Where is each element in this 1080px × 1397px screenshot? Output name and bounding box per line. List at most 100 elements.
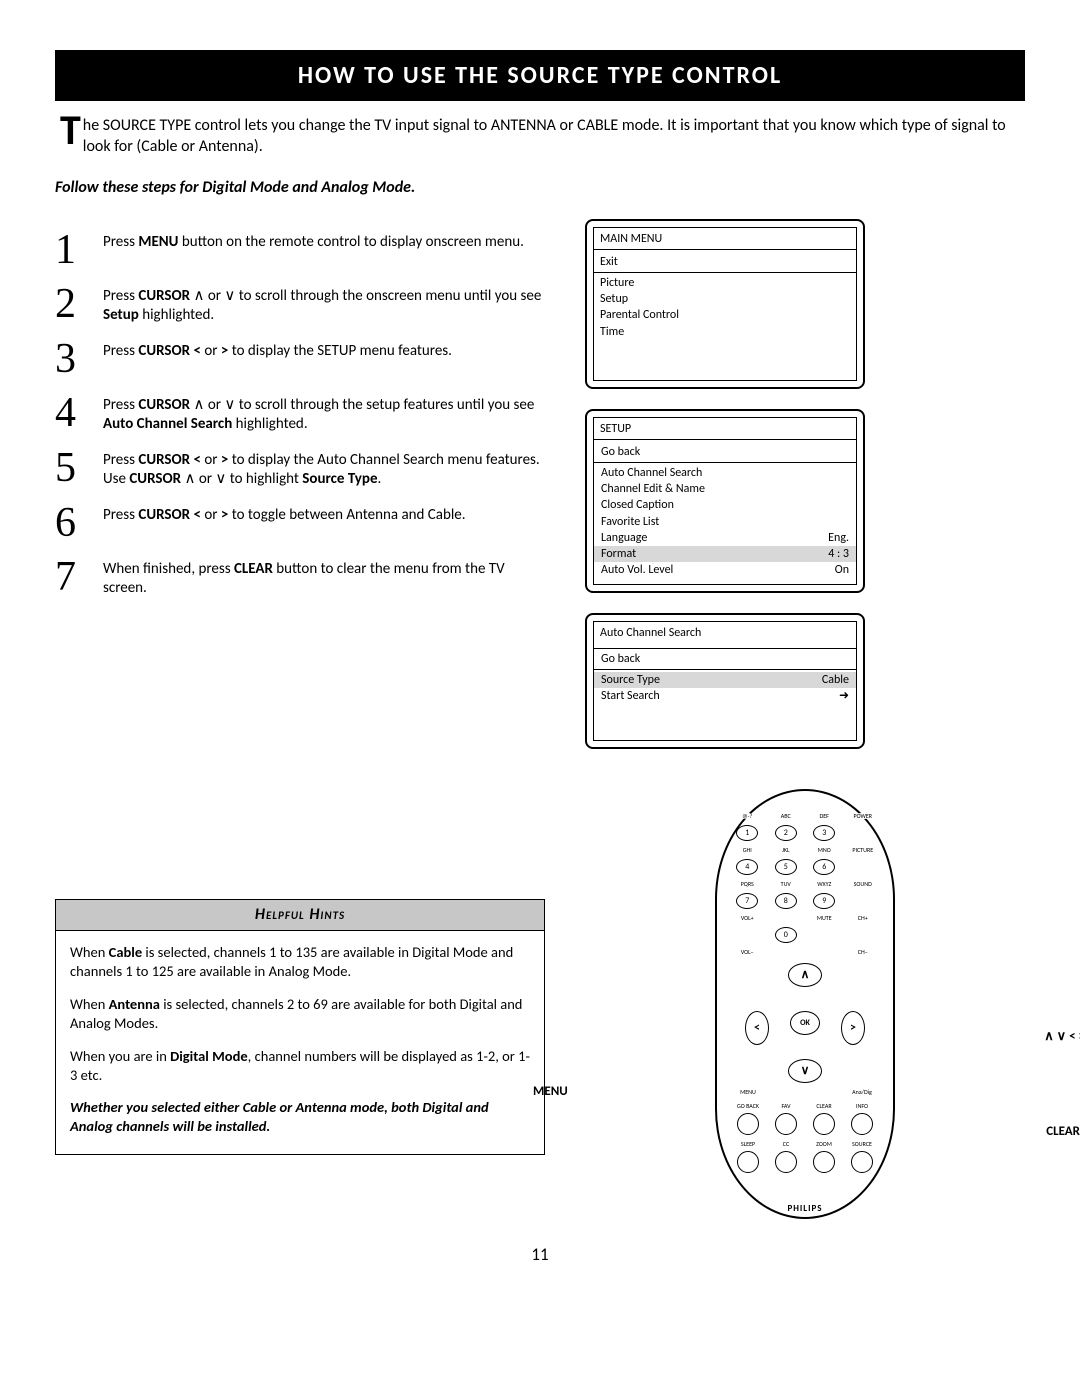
- menu-item: Exit: [600, 254, 850, 270]
- remote-key-0[interactable]: 0: [775, 927, 797, 943]
- intro-text: he SOURCE TYPE control lets you change t…: [83, 116, 1006, 156]
- menu-item: Go back: [600, 651, 850, 667]
- menu-item: LanguageEng.: [600, 530, 850, 546]
- menu-item: Source TypeCable: [594, 672, 856, 688]
- hints-title: Helpful Hints: [56, 900, 544, 932]
- remote-key-8[interactable]: 8: [775, 893, 797, 909]
- remote-round-button[interactable]: [737, 1113, 759, 1135]
- key-label: CH−: [852, 949, 874, 955]
- screen-main-menu: MAIN MENU ExitPictureSetupParental Contr…: [585, 219, 865, 389]
- remote-key-1[interactable]: 1: [736, 825, 758, 841]
- key-label: @-?: [736, 813, 758, 819]
- hint-2: When Antenna is selected, channels 2 to …: [70, 995, 530, 1033]
- step-3: 3Press CURSOR < or > to display the SETU…: [55, 338, 545, 380]
- menu-item: Setup: [600, 291, 850, 307]
- step-number: 7: [55, 556, 103, 598]
- menu-label: MENU: [740, 1089, 756, 1097]
- key-label: POWER: [852, 813, 874, 819]
- hint-1: When Cable is selected, channels 1 to 13…: [70, 943, 530, 981]
- step-text: Press CURSOR ∧ or ∨ to scroll through th…: [103, 283, 545, 326]
- step-text: When finished, press CLEAR button to cle…: [103, 556, 545, 599]
- menu-item: Time: [600, 324, 850, 340]
- step-number: 4: [55, 392, 103, 434]
- steps-list: 1Press MENU button on the remote control…: [55, 229, 545, 599]
- ok-button[interactable]: OK: [790, 1011, 820, 1035]
- remote-key-3[interactable]: 3: [813, 825, 835, 841]
- menu-item: Auto Vol. LevelOn: [600, 562, 850, 578]
- cursor-right-button[interactable]: >: [841, 1011, 865, 1045]
- remote-round-button[interactable]: [813, 1113, 835, 1135]
- page-banner: HOW TO USE THE SOURCE TYPE CONTROL: [55, 50, 1025, 101]
- anadig-label: Ana/Dig: [852, 1089, 872, 1097]
- callout-clear: CLEAR: [1046, 1124, 1080, 1141]
- key-label: ABC: [775, 813, 797, 819]
- key-label: SLEEP: [741, 1141, 755, 1149]
- step-text: Press CURSOR < or > to display the SETUP…: [103, 338, 452, 362]
- key-label: DEF: [813, 813, 835, 819]
- step-5: 5Press CURSOR < or > to display the Auto…: [55, 447, 545, 490]
- hint-3: When you are in Digital Mode, channel nu…: [70, 1047, 530, 1085]
- step-text: Press CURSOR < or > to display the Auto …: [103, 447, 545, 490]
- intro-paragraph: T he SOURCE TYPE control lets you change…: [55, 116, 1025, 158]
- callout-menu: MENU: [533, 1084, 568, 1101]
- cursor-up-button[interactable]: ∧: [788, 963, 822, 987]
- step-number: 5: [55, 447, 103, 489]
- key-label: TUV: [775, 881, 797, 887]
- cursor-pad: ∧ ∨ < > OK: [745, 963, 865, 1083]
- key-label: SOUND: [852, 881, 874, 887]
- key-label: WXYZ: [813, 881, 835, 887]
- dropcap: T: [60, 114, 83, 148]
- remote-key-2[interactable]: 2: [775, 825, 797, 841]
- remote-round-button[interactable]: [851, 1151, 873, 1173]
- step-2: 2Press CURSOR ∧ or ∨ to scroll through t…: [55, 283, 545, 326]
- step-1: 1Press MENU button on the remote control…: [55, 229, 545, 271]
- key-label: ZOOM: [816, 1141, 832, 1149]
- remote-round-button[interactable]: [737, 1151, 759, 1173]
- menu-item: Format4 : 3: [594, 546, 856, 562]
- remote-round-button[interactable]: [851, 1113, 873, 1135]
- key-label: GHI: [736, 847, 758, 853]
- step-7: 7When finished, press CLEAR button to cl…: [55, 556, 545, 599]
- menu-item: Go back: [600, 444, 850, 460]
- menu-title: SETUP: [594, 418, 856, 440]
- remote-key-6[interactable]: 6: [813, 859, 835, 875]
- key-label: INFO: [856, 1103, 868, 1111]
- subheading: Follow these steps for Digital Mode and …: [55, 178, 1025, 199]
- key-label: [775, 949, 797, 955]
- key-label: GO BACK: [737, 1103, 759, 1111]
- key-label: [775, 915, 797, 921]
- cursor-down-button[interactable]: ∨: [788, 1059, 822, 1083]
- screen-setup-menu: SETUP Go back Auto Channel SearchChannel …: [585, 409, 865, 594]
- menu-title: MAIN MENU: [594, 228, 856, 250]
- remote-key-9[interactable]: 9: [813, 893, 835, 909]
- callout-cursor: ∧ ∨ < >: [1044, 1029, 1080, 1046]
- menu-item: Channel Edit & Name: [600, 481, 850, 497]
- menu-item: Parental Control: [600, 307, 850, 323]
- key-label: JKL: [775, 847, 797, 853]
- menu-item: Favorite List: [600, 514, 850, 530]
- remote-round-button[interactable]: [775, 1113, 797, 1135]
- step-number: 3: [55, 338, 103, 380]
- remote-round-button[interactable]: [813, 1151, 835, 1173]
- step-text: Press CURSOR ∧ or ∨ to scroll through th…: [103, 392, 545, 435]
- remote-key-5[interactable]: 5: [775, 859, 797, 875]
- key-label: [813, 949, 835, 955]
- step-6: 6Press CURSOR < or > to toggle between A…: [55, 502, 545, 544]
- hint-4: Whether you selected either Cable or Ant…: [70, 1098, 530, 1136]
- step-number: 1: [55, 229, 103, 271]
- screen-acs-menu: Auto Channel Search Go backSource TypeCa…: [585, 613, 865, 749]
- remote-key-7[interactable]: 7: [736, 893, 758, 909]
- menu-item: Auto Channel Search: [600, 465, 850, 481]
- key-label: MNO: [813, 847, 835, 853]
- step-number: 6: [55, 502, 103, 544]
- remote-key-4[interactable]: 4: [736, 859, 758, 875]
- brand-logo: PHILIPS: [731, 1203, 879, 1215]
- key-label: CLEAR: [816, 1103, 831, 1111]
- menu-item: Start Search➜: [600, 688, 850, 704]
- step-number: 2: [55, 283, 103, 325]
- cursor-left-button[interactable]: <: [745, 1011, 769, 1045]
- remote-round-button[interactable]: [775, 1151, 797, 1173]
- step-text: Press MENU button on the remote control …: [103, 229, 524, 253]
- step-4: 4Press CURSOR ∧ or ∨ to scroll through t…: [55, 392, 545, 435]
- key-label: CC: [783, 1141, 789, 1149]
